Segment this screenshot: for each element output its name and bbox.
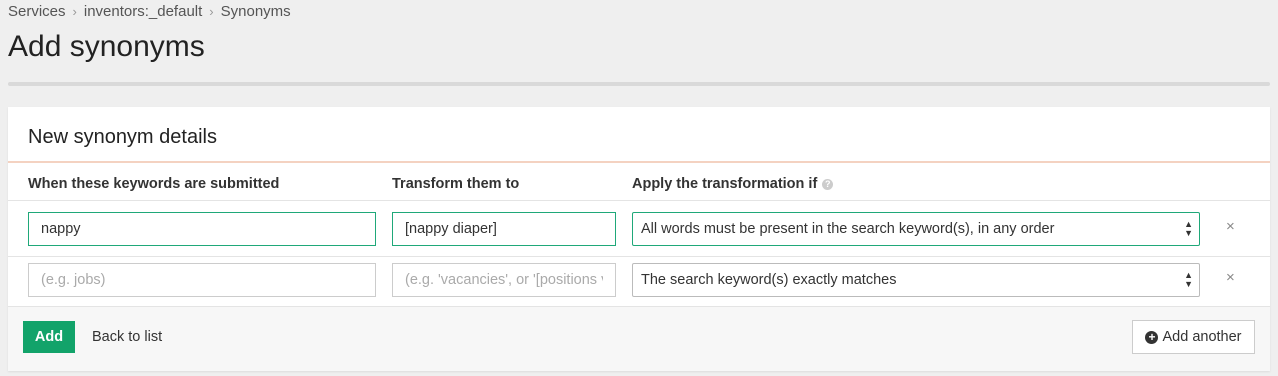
transform-input-row-1[interactable] xyxy=(392,212,616,246)
breadcrumb-item-services[interactable]: Services xyxy=(8,3,66,20)
column-header-apply-label: Apply the transformation if xyxy=(632,176,818,192)
header-divider xyxy=(8,82,1270,86)
back-to-list-link[interactable]: Back to list xyxy=(92,329,162,345)
breadcrumb-chevron-icon: › xyxy=(72,4,77,19)
apply-select-value: The search keyword(s) exactly matches xyxy=(641,272,897,288)
remove-row-1-icon[interactable]: × xyxy=(1226,218,1235,235)
add-another-button[interactable]: + Add another xyxy=(1132,320,1255,354)
keywords-input-row-2[interactable] xyxy=(28,263,376,297)
row-divider xyxy=(8,256,1270,257)
apply-select-value: All words must be present in the search … xyxy=(641,221,1055,237)
breadcrumb-chevron-icon: › xyxy=(209,4,214,19)
page-title: Add synonyms xyxy=(8,30,205,63)
add-another-label: Add another xyxy=(1162,329,1242,345)
panel-footer: Add Back to list + Add another xyxy=(8,306,1270,371)
keywords-input-row-1[interactable] xyxy=(28,212,376,246)
remove-row-2-icon[interactable]: × xyxy=(1226,269,1235,286)
breadcrumb-item-inventors[interactable]: inventors:_default xyxy=(84,3,202,20)
apply-select-row-1[interactable]: All words must be present in the search … xyxy=(632,212,1200,246)
breadcrumb-item-synonyms: Synonyms xyxy=(220,3,291,20)
select-arrows-icon: ▲ ▼ xyxy=(1184,270,1193,289)
column-header-apply: Apply the transformation if ? xyxy=(632,176,834,192)
add-button[interactable]: Add xyxy=(23,321,75,353)
row-divider xyxy=(8,200,1270,201)
column-header-keywords: When these keywords are submitted xyxy=(28,176,280,192)
transform-input-row-2[interactable] xyxy=(392,263,616,297)
breadcrumb: Services › inventors:_default › Synonyms xyxy=(8,3,291,20)
column-header-transform: Transform them to xyxy=(392,176,520,192)
panel-title: New synonym details xyxy=(28,126,217,148)
help-icon[interactable]: ? xyxy=(822,178,834,190)
apply-select-row-2[interactable]: The search keyword(s) exactly matches ▲ ▼ xyxy=(632,263,1200,297)
plus-circle-icon: + xyxy=(1145,330,1159,344)
synonym-panel: New synonym details When these keywords … xyxy=(8,107,1270,371)
select-arrows-icon: ▲ ▼ xyxy=(1184,219,1193,238)
